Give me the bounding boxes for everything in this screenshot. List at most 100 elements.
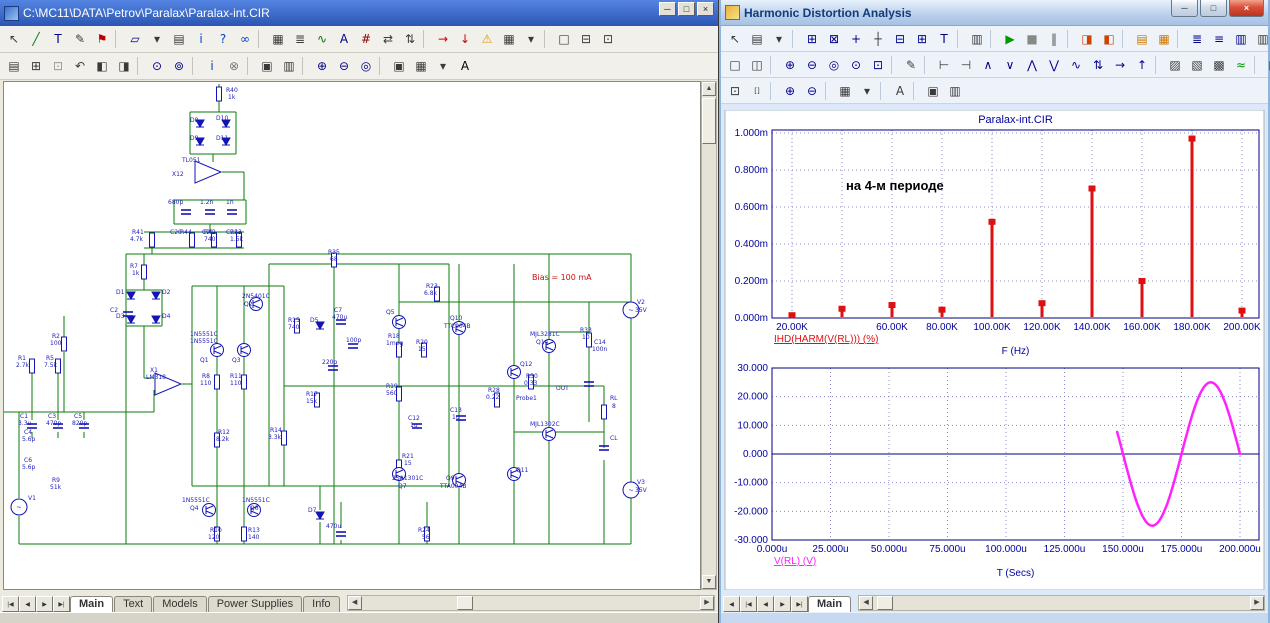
copy-icon[interactable]: ▣: [922, 81, 944, 101]
pan-mode-icon[interactable]: +: [845, 29, 867, 49]
component-icon[interactable]: ▱: [124, 29, 146, 49]
last-plot-button[interactable]: ▶|: [791, 596, 808, 612]
analysis-plots[interactable]: Paralax-int.CIR1.000m0.800m0.600m0.400m0…: [721, 110, 1268, 590]
align-cursors-icon[interactable]: ≈: [1230, 55, 1252, 75]
properties-icon[interactable]: ✎: [900, 55, 922, 75]
scroll-left-button[interactable]: ◀: [723, 596, 740, 612]
find-part-icon[interactable]: A: [333, 29, 355, 49]
zoom-out-icon[interactable]: ⊖: [333, 56, 355, 76]
copy-page-icon[interactable]: ▣: [256, 56, 278, 76]
reduce-data-icon[interactable]: ▥: [1230, 29, 1252, 49]
scroll-right-icon[interactable]: ▶: [700, 596, 714, 610]
stop-icon[interactable]: ■: [1021, 29, 1043, 49]
grid-icon[interactable]: ▦: [1263, 55, 1270, 75]
schematic-drawing[interactable]: ~~~R401kD8D10D9D11TL051X12680pC201.2nC21…: [4, 82, 700, 589]
analysis-titlebar[interactable]: Harmonic Distortion Analysis ─□×: [721, 0, 1268, 26]
flip-x-icon[interactable]: ◧: [91, 56, 113, 76]
prev-page-button[interactable]: ◀: [19, 596, 36, 612]
schematic-tab-main[interactable]: Main: [70, 596, 113, 612]
breakpoint-icon[interactable]: ▦: [1153, 29, 1175, 49]
grid-icon[interactable]: ▦: [498, 29, 520, 49]
font-icon[interactable]: A: [454, 56, 476, 76]
image-icon[interactable]: ▣: [388, 56, 410, 76]
condition-icon[interactable]: ⚠: [476, 29, 498, 49]
top-bottom-icon[interactable]: ⇅: [1087, 55, 1109, 75]
scroll-up-icon[interactable]: ▲: [702, 82, 716, 96]
zoom-scale-icon[interactable]: ◎: [355, 56, 377, 76]
zoom-in-icon[interactable]: ⊕: [311, 56, 333, 76]
clipboard-icon[interactable]: ▤: [746, 29, 768, 49]
schematic-tab-text[interactable]: Text: [114, 596, 152, 612]
analysis-limits-icon[interactable]: ◨: [1076, 29, 1098, 49]
rotate-icon[interactable]: ↶: [69, 56, 91, 76]
autoscale-icon[interactable]: ◎: [823, 55, 845, 75]
analysis-tab-main[interactable]: Main: [808, 596, 851, 612]
schematic-canvas[interactable]: ~~~R401kD8D10D9D11TL051X12680pC201.2nC21…: [3, 81, 701, 590]
pause-icon[interactable]: ‖: [1043, 29, 1065, 49]
next-peak-icon[interactable]: ∧: [977, 55, 999, 75]
text-icon[interactable]: T: [933, 29, 955, 49]
schematic-vscrollbar[interactable]: ▲ ▼: [701, 81, 717, 590]
one-graph-icon[interactable]: □: [724, 55, 746, 75]
stepping-icon[interactable]: ◧: [1098, 29, 1120, 49]
zoom-area-icon[interactable]: ⊡: [867, 55, 889, 75]
state-variables-icon[interactable]: ≡: [1208, 29, 1230, 49]
next-plot-button[interactable]: ▶: [774, 596, 791, 612]
zoom-out-icon[interactable]: ⊖: [801, 81, 823, 101]
select-region-icon[interactable]: ▦: [267, 29, 289, 49]
last-page-button[interactable]: ▶|: [53, 596, 70, 612]
scale-mode-icon[interactable]: ⊠: [823, 29, 845, 49]
measure-vertical-icon[interactable]: ⇅: [399, 29, 421, 49]
new-page-icon[interactable]: □: [553, 29, 575, 49]
clipboard-dropdown-icon[interactable]: ▾: [768, 29, 790, 49]
run-icon[interactable]: ▶: [999, 29, 1021, 49]
paste-page-icon[interactable]: ▥: [278, 56, 300, 76]
vscroll-thumb[interactable]: [702, 98, 716, 144]
first-plot-button[interactable]: |◀: [740, 596, 757, 612]
info-page-icon[interactable]: i: [201, 56, 223, 76]
go-to-x-icon[interactable]: →: [1109, 55, 1131, 75]
vscroll-track[interactable]: [702, 96, 716, 575]
select-icon[interactable]: ↖: [3, 29, 25, 49]
component-dropdown-icon[interactable]: ▾: [146, 29, 168, 49]
wire-icon[interactable]: ╱: [25, 29, 47, 49]
link-icon[interactable]: ∞: [234, 29, 256, 49]
next-valley-icon[interactable]: ∨: [999, 55, 1021, 75]
first-page-button[interactable]: |◀: [2, 596, 19, 612]
flag-icon[interactable]: ⚑: [91, 29, 113, 49]
remove-page-icon[interactable]: ⊟: [575, 29, 597, 49]
text-box-icon[interactable]: ≣: [289, 29, 311, 49]
step-box-icon[interactable]: ⊡: [47, 56, 69, 76]
grid-options-icon[interactable]: ▦: [410, 56, 432, 76]
tag-point-icon[interactable]: ▩: [1208, 55, 1230, 75]
node-numbers-icon[interactable]: #: [355, 29, 377, 49]
voltage-probe-icon[interactable]: ↓: [454, 29, 476, 49]
scope-icon[interactable]: ▥: [966, 29, 988, 49]
scroll-left-icon[interactable]: ◀: [859, 596, 873, 610]
minimize-button[interactable]: ─: [1171, 0, 1198, 17]
grid-size-icon[interactable]: ▦: [834, 81, 856, 101]
cursor-mode-icon[interactable]: ┼: [867, 29, 889, 49]
text-icon[interactable]: T: [47, 29, 69, 49]
help-topics-icon[interactable]: ⊡: [597, 29, 619, 49]
clipboard-icon[interactable]: ▤: [168, 29, 190, 49]
grid-options-dropdown-icon[interactable]: ▾: [432, 56, 454, 76]
restore-scale-icon[interactable]: ⊙: [845, 55, 867, 75]
maximize-button[interactable]: □: [1200, 0, 1227, 17]
properties-icon[interactable]: ▤: [3, 56, 25, 76]
probe-one-icon[interactable]: ⊟: [889, 29, 911, 49]
waveform-series-label[interactable]: V(RL) (V): [774, 556, 816, 567]
inflection-icon[interactable]: ∿: [1065, 55, 1087, 75]
measure-horizontal-icon[interactable]: ⇄: [377, 29, 399, 49]
grid-size-dropdown-icon[interactable]: ▾: [856, 81, 878, 101]
schematic-tab-info[interactable]: Info: [303, 596, 339, 612]
numeric-output-icon[interactable]: ≣: [1186, 29, 1208, 49]
harmonic-series-label[interactable]: IHD(HARM(V(RL))) (%): [774, 334, 878, 345]
flip-y-icon[interactable]: ◨: [113, 56, 135, 76]
close-button[interactable]: ×: [697, 2, 714, 16]
cursor-left-icon[interactable]: ⊢: [933, 55, 955, 75]
tag-horizontal-icon[interactable]: ▨: [1164, 55, 1186, 75]
go-to-y-icon[interactable]: ↑: [1131, 55, 1153, 75]
find-icon[interactable]: ⊙: [146, 56, 168, 76]
prev-plot-button[interactable]: ◀: [757, 596, 774, 612]
